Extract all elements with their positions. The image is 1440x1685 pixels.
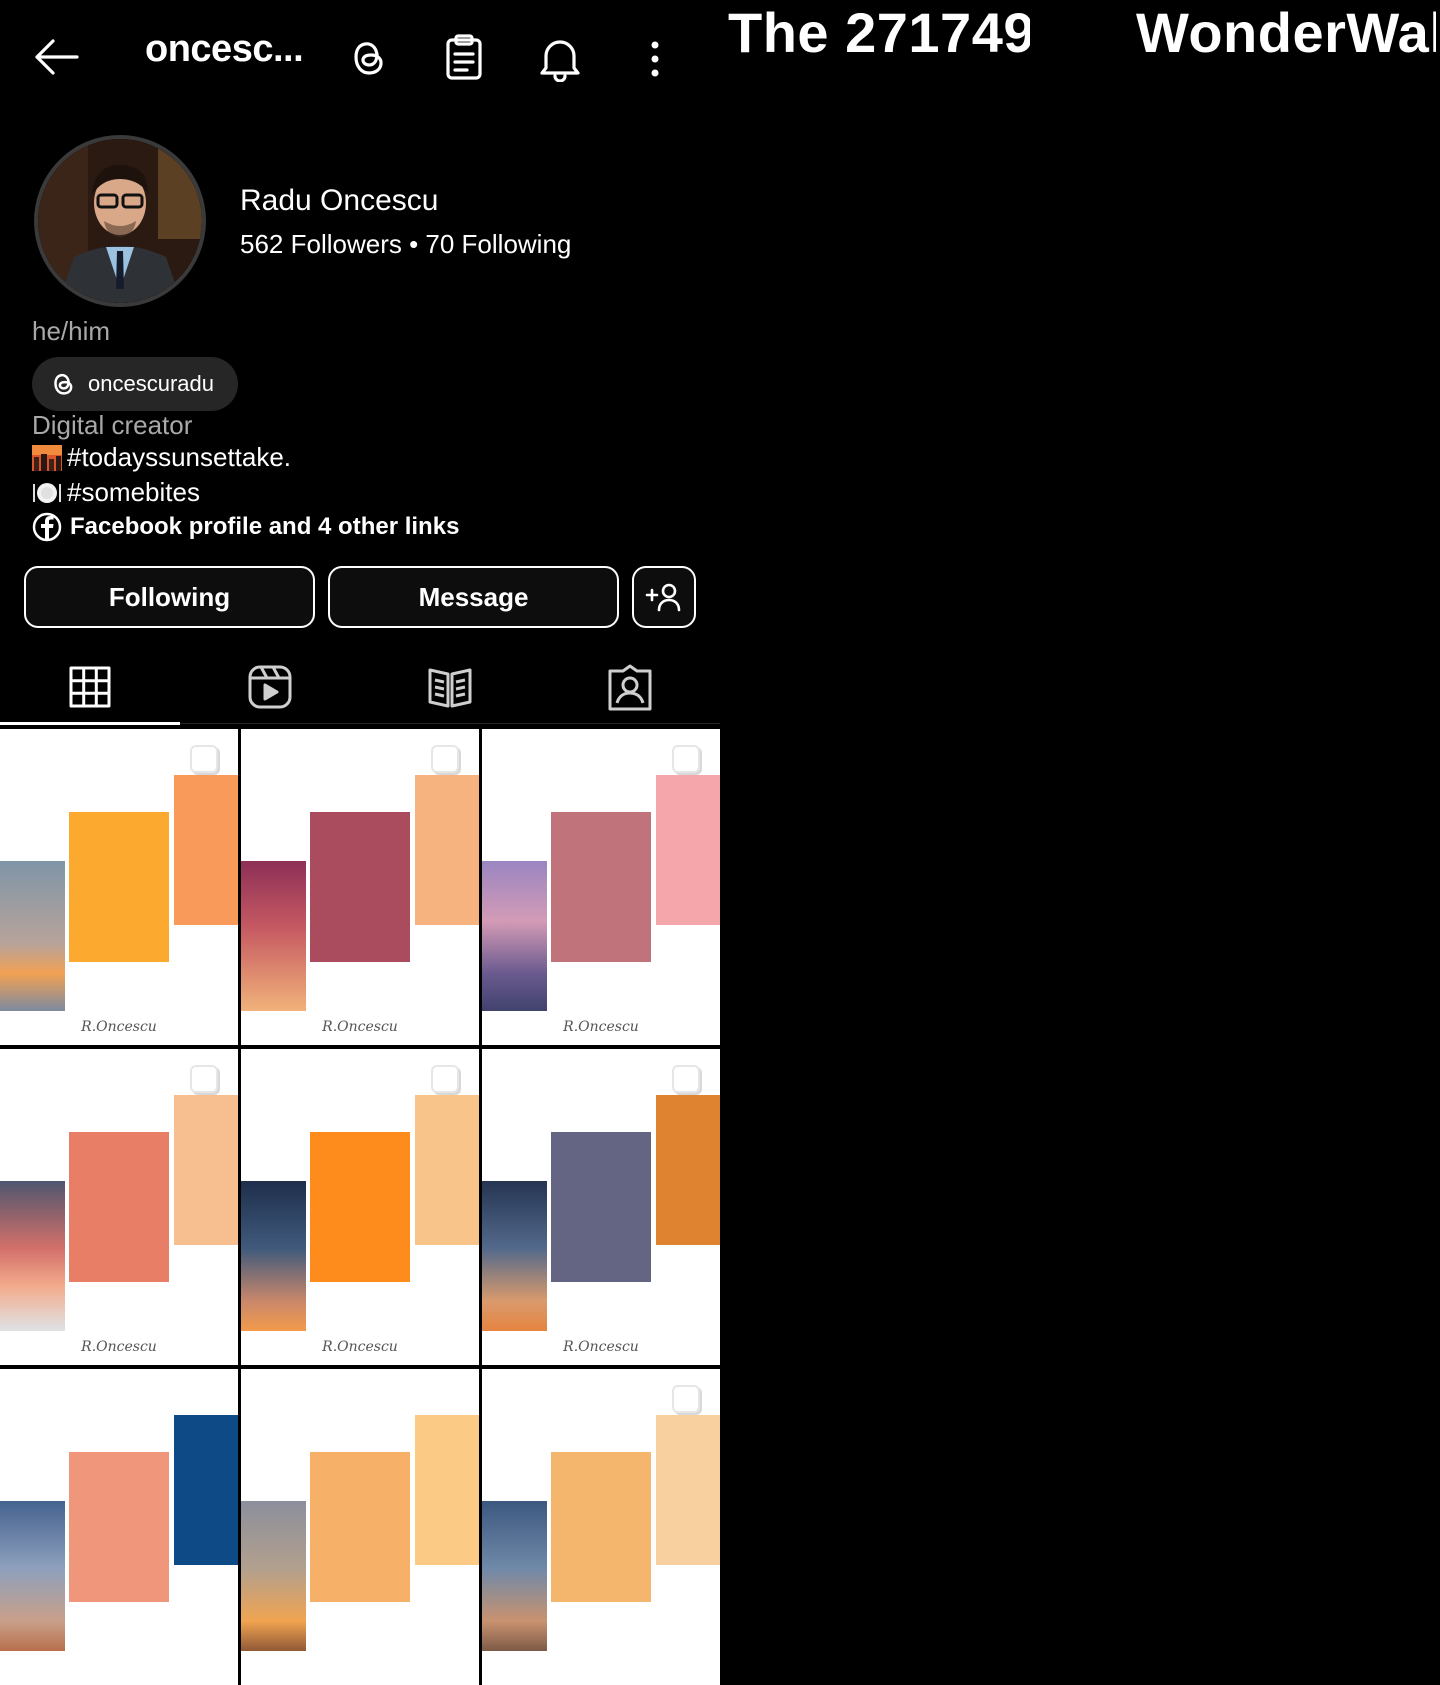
bell-icon: [540, 40, 580, 82]
profile-category: Digital creator: [32, 410, 193, 440]
post-sky-photo: [482, 1181, 547, 1331]
post-color-swatch: [656, 775, 720, 925]
grid-icon: [69, 666, 111, 708]
bio-text-sunset[interactable]: #todayssunsettake.: [67, 442, 291, 473]
post-color-swatch: [551, 1132, 651, 1282]
post-color-swatch: [551, 1452, 651, 1602]
back-button[interactable]: [28, 32, 84, 82]
post-thumbnail[interactable]: [241, 1369, 479, 1685]
more-options-button[interactable]: [630, 34, 680, 84]
multi-post-icon: [190, 745, 218, 773]
tab-guides[interactable]: [360, 650, 540, 724]
post-color-swatch: [415, 1415, 479, 1565]
post-sky-photo: [0, 1501, 65, 1651]
bio-line-food: #somebites: [32, 477, 200, 508]
post-thumbnail[interactable]: R.Oncescu: [482, 729, 720, 1045]
post-sky-photo: [482, 861, 547, 1011]
post-thumbnail[interactable]: R.Oncescu: [482, 1049, 720, 1365]
facebook-icon: [32, 512, 62, 542]
threads-icon: [54, 373, 73, 395]
post-color-swatch: [415, 775, 479, 925]
posts-grid: R.Oncescu R.Oncescu R.Oncescu R.Oncescu R.On…: [0, 729, 720, 1685]
clipboard-button[interactable]: [436, 30, 492, 86]
post-color-swatch: [551, 812, 651, 962]
multi-post-icon: [190, 1065, 218, 1093]
more-vertical-icon: [651, 41, 659, 77]
follower-stats[interactable]: 562 Followers • 70 Following: [240, 229, 571, 260]
post-color-swatch: [174, 1415, 238, 1565]
post-sky-photo: [241, 1181, 306, 1331]
bio-text-food[interactable]: #somebites: [67, 477, 200, 508]
post-signature: R.Oncescu: [81, 1019, 157, 1035]
post-thumbnail[interactable]: [0, 1369, 238, 1685]
tab-posts-grid[interactable]: [0, 650, 180, 724]
add-person-icon: [645, 583, 681, 612]
threads-icon: [354, 42, 383, 75]
post-color-swatch: [656, 1095, 720, 1245]
profile-name: Radu Oncescu: [240, 184, 439, 217]
tagged-icon: [608, 664, 652, 711]
back-arrow-icon: [35, 39, 79, 75]
post-signature: R.Oncescu: [322, 1339, 398, 1355]
links-text: Facebook profile and 4 other links: [70, 513, 460, 540]
tab-tagged[interactable]: [540, 650, 720, 724]
suggest-people-button[interactable]: [632, 566, 696, 628]
username-title: oncesc...: [145, 28, 304, 70]
post-thumbnail[interactable]: R.Oncescu: [241, 1049, 479, 1365]
post-sky-photo: [241, 861, 306, 1011]
guides-icon: [428, 668, 472, 708]
reels-icon: [248, 665, 292, 709]
sunset-emoji: [32, 444, 62, 471]
overlay-title-right: WonderWall: [1136, 1, 1436, 64]
multi-post-icon: [431, 1065, 459, 1093]
post-sky-photo: [241, 1501, 306, 1651]
clipboard-icon: [446, 34, 482, 80]
profile-avatar[interactable]: [34, 135, 206, 307]
post-signature: R.Oncescu: [563, 1339, 639, 1355]
active-tab-indicator: [0, 722, 180, 725]
tab-divider: [180, 723, 720, 724]
post-color-swatch: [174, 775, 238, 925]
message-button[interactable]: Message: [328, 566, 619, 628]
post-color-swatch: [415, 1095, 479, 1245]
post-signature: R.Oncescu: [322, 1019, 398, 1035]
multi-post-icon: [672, 1385, 700, 1413]
post-sky-photo: [0, 861, 65, 1011]
threads-button[interactable]: [340, 30, 396, 86]
post-color-swatch: [174, 1095, 238, 1245]
avatar-photo: [38, 139, 202, 303]
threads-handle-chip[interactable]: oncescuradu: [32, 357, 238, 411]
following-button[interactable]: Following: [24, 566, 315, 628]
profile-links[interactable]: Facebook profile and 4 other links: [32, 512, 459, 542]
post-color-swatch: [310, 1452, 410, 1602]
tab-reels[interactable]: [180, 650, 360, 724]
post-signature: R.Oncescu: [81, 1339, 157, 1355]
post-color-swatch: [69, 1132, 169, 1282]
multi-post-icon: [672, 1065, 700, 1093]
pronouns: he/him: [32, 316, 111, 346]
post-sky-photo: [482, 1501, 547, 1651]
post-thumbnail[interactable]: [482, 1369, 720, 1685]
bio-line-sunset: #todayssunsettake.: [32, 442, 291, 473]
post-signature: R.Oncescu: [563, 1019, 639, 1035]
multi-post-icon: [672, 745, 700, 773]
post-color-swatch: [69, 812, 169, 962]
multi-post-icon: [431, 745, 459, 773]
post-thumbnail[interactable]: R.Oncescu: [0, 729, 238, 1045]
post-color-swatch: [310, 812, 410, 962]
post-color-swatch: [310, 1132, 410, 1282]
threads-handle: oncescuradu: [88, 371, 214, 396]
post-color-swatch: [69, 1452, 169, 1602]
post-thumbnail[interactable]: R.Oncescu: [0, 1049, 238, 1365]
post-thumbnail[interactable]: R.Oncescu: [241, 729, 479, 1045]
plate-emoji: [33, 482, 61, 503]
post-color-swatch: [656, 1415, 720, 1565]
post-sky-photo: [0, 1181, 65, 1331]
notifications-button[interactable]: [532, 30, 588, 86]
overlay-title-left: The 271749: [728, 1, 1030, 64]
